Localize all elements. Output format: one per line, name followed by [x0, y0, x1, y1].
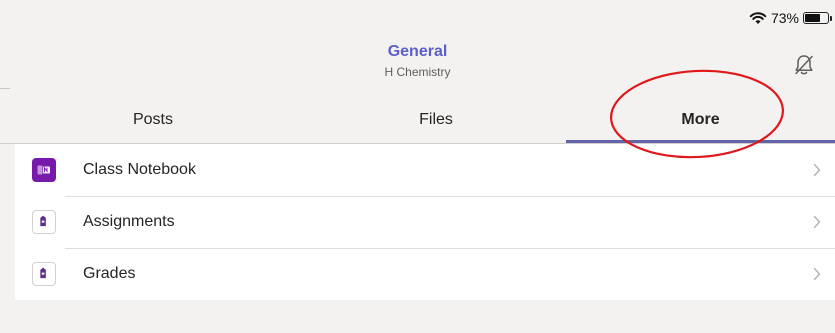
list-item-assignments[interactable]: Assignments	[15, 196, 835, 248]
list-item-grades[interactable]: Grades	[15, 248, 835, 300]
list-item-label: Assignments	[83, 213, 175, 230]
status-bar: 73%	[0, 0, 835, 26]
channel-tabs: Posts Files More	[0, 96, 835, 144]
status-indicators: 73%	[749, 10, 832, 26]
assignments-icon	[32, 210, 56, 234]
onenote-class-notebook-icon	[32, 158, 56, 182]
battery-icon	[803, 12, 832, 24]
channel-header: General H Chemistry	[0, 42, 835, 80]
list-item-label: Grades	[83, 265, 136, 282]
wifi-icon	[749, 12, 767, 24]
chevron-right-icon	[813, 215, 821, 229]
header-divider	[0, 88, 10, 89]
battery-cap	[830, 16, 832, 21]
chevron-right-icon	[813, 163, 821, 177]
grades-icon	[32, 262, 56, 286]
list-item-label: Class Notebook	[83, 161, 196, 178]
team-name: H Chemistry	[384, 65, 451, 79]
tab-more[interactable]: More	[566, 96, 835, 143]
tab-files[interactable]: Files	[306, 96, 566, 143]
bell-muted-icon[interactable]	[792, 53, 816, 77]
channel-title: General	[387, 43, 448, 60]
battery-percent: 73%	[770, 10, 799, 26]
chevron-right-icon	[813, 267, 821, 281]
more-list: Class Notebook Assignments Grades	[15, 144, 835, 300]
battery-level	[805, 14, 820, 22]
list-item-class-notebook[interactable]: Class Notebook	[15, 144, 835, 196]
tab-posts[interactable]: Posts	[0, 96, 306, 143]
